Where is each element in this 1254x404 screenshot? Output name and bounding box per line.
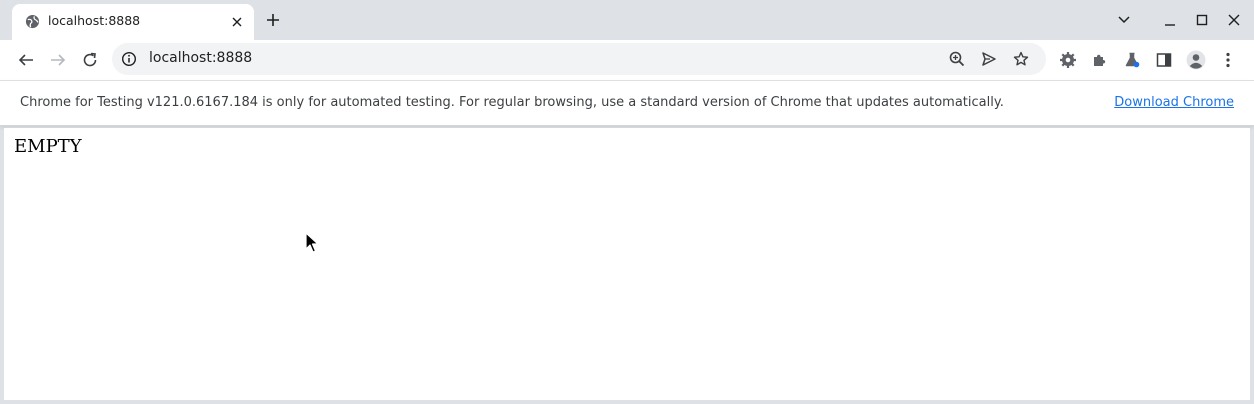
extension-button[interactable] <box>1056 48 1080 72</box>
toolbar: localhost:8888 <box>0 40 1254 80</box>
site-info-icon[interactable] <box>121 51 137 67</box>
browser-window: localhost:8888 localhost:8888 Chrome for… <box>0 0 1254 404</box>
address-bar[interactable]: localhost:8888 <box>112 43 1046 75</box>
new-tab-button[interactable] <box>263 10 283 30</box>
extensions-puzzle-icon <box>1094 54 1106 66</box>
lab-flask-icon <box>1125 52 1140 68</box>
tab-title: localhost:8888 <box>48 13 141 28</box>
testing-infobar: Chrome for Testing v121.0.6167.184 is on… <box>0 80 1254 126</box>
tab-search-button[interactable] <box>1114 10 1134 30</box>
minimize-button[interactable] <box>1160 10 1180 30</box>
window-bottom-edge <box>0 400 1254 404</box>
kebab-menu-icon <box>1226 52 1230 68</box>
minimize-icon <box>1165 24 1175 26</box>
tab-close-button[interactable] <box>228 13 246 31</box>
chevron-down-icon <box>1118 16 1130 24</box>
zoom-button[interactable] <box>947 49 967 69</box>
url-text[interactable]: localhost:8888 <box>149 50 252 66</box>
menu-button[interactable] <box>1216 48 1240 72</box>
close-icon <box>232 17 242 27</box>
zoom-icon <box>949 51 965 67</box>
profile-avatar-icon <box>1186 50 1206 70</box>
reload-button[interactable] <box>78 48 102 72</box>
back-button[interactable] <box>14 48 38 72</box>
maximize-button[interactable] <box>1192 10 1212 30</box>
mouse-cursor-icon <box>305 232 319 253</box>
page-content: EMPTY <box>4 128 1250 400</box>
labs-button[interactable] <box>1120 48 1144 72</box>
bookmark-button[interactable] <box>1011 49 1031 69</box>
reload-icon <box>83 52 97 67</box>
bookmark-star-icon <box>1013 51 1029 66</box>
send-to-devices-button[interactable] <box>979 49 999 69</box>
close-window-button[interactable] <box>1224 10 1244 30</box>
forward-arrow-icon <box>51 54 66 66</box>
back-arrow-icon <box>18 54 33 66</box>
maximize-icon <box>1196 14 1208 26</box>
side-panel-icon <box>1156 53 1172 67</box>
tab-strip: localhost:8888 <box>0 0 1254 40</box>
forward-button[interactable] <box>46 48 70 72</box>
extensions-menu-button[interactable] <box>1088 48 1112 72</box>
page-body-text: EMPTY <box>14 136 82 157</box>
tab-localhost[interactable]: localhost:8888 <box>12 4 254 40</box>
globe-icon <box>25 14 40 29</box>
send-icon <box>982 52 996 66</box>
extension-gear-icon <box>1060 52 1076 68</box>
close-icon <box>1228 14 1240 26</box>
infobar-message: Chrome for Testing v121.0.6167.184 is on… <box>20 95 1004 110</box>
side-panel-button[interactable] <box>1152 48 1176 72</box>
profile-button[interactable] <box>1184 48 1208 72</box>
download-chrome-link[interactable]: Download Chrome <box>1114 95 1234 110</box>
plus-icon <box>267 14 279 26</box>
